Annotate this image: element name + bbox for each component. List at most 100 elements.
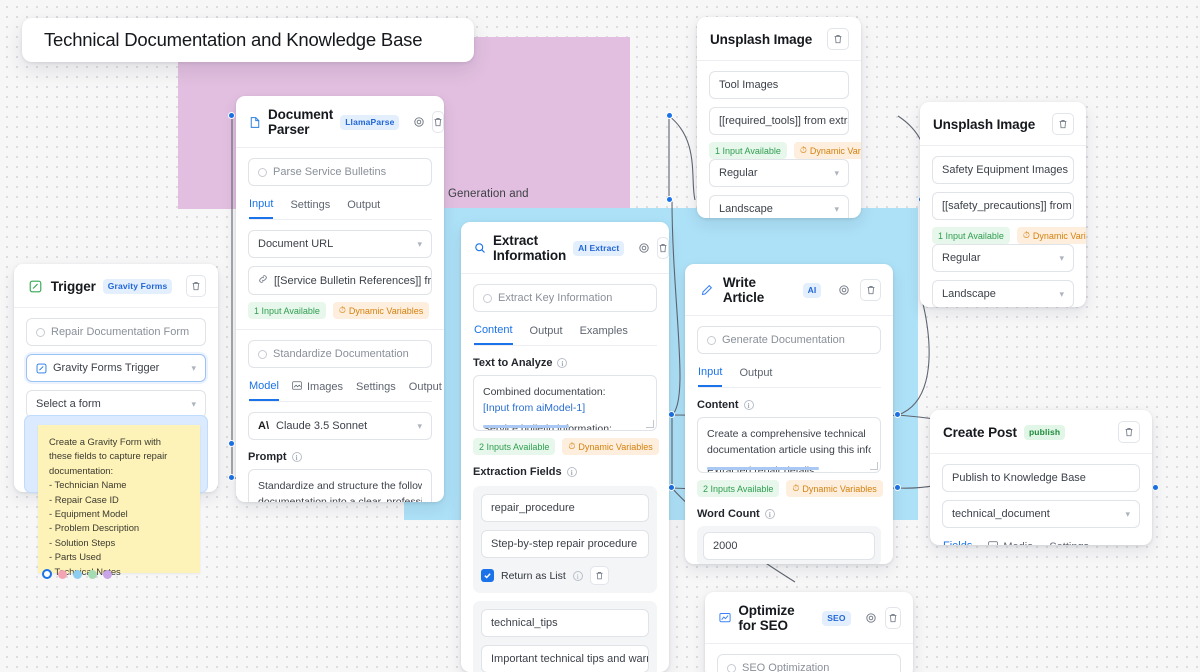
extract-text-textarea[interactable]: Combined documentation: [Input from aiMo…	[473, 375, 657, 431]
swatch-blue[interactable]	[73, 569, 82, 579]
badge-dynamic-variables[interactable]: ⏱ Dynamic Variables	[1016, 227, 1086, 244]
parser-model-select[interactable]: A\ Claude 3.5 Sonnet ▾	[248, 412, 432, 440]
tab-model[interactable]: Model	[249, 380, 279, 401]
node-optimize-seo[interactable]: Optimize for SEO SEO SEO Optimization	[705, 592, 913, 672]
word-count-input[interactable]: 2000	[703, 532, 875, 560]
parser-body-top: Parse Service Bulletins Input Settings O…	[236, 148, 444, 327]
create-post-tabs[interactable]: Fields Media Settings	[943, 540, 1140, 545]
unsplash-tools-orientation-select[interactable]: Landscape ▾	[709, 195, 849, 218]
tab-media[interactable]: Media	[988, 540, 1033, 545]
tab-input[interactable]: Input	[698, 366, 723, 387]
unsplash-tools-name-field[interactable]: Tool Images	[709, 71, 849, 99]
seo-delete-icon[interactable]	[884, 607, 901, 629]
resize-grip[interactable]	[646, 420, 654, 428]
parser-name-field[interactable]: Parse Service Bulletins	[248, 158, 432, 186]
port-write-out[interactable]	[894, 411, 901, 418]
extraction-field-key[interactable]: technical_tips	[481, 609, 649, 637]
node-unsplash-safety[interactable]: Unsplash Image Safety Equipment Images […	[920, 102, 1086, 307]
create-post-type-select[interactable]: technical_document ▾	[942, 500, 1140, 528]
badge-dynamic-variables[interactable]: ⏱ Dynamic Variables	[332, 302, 430, 319]
port-parser-out[interactable]	[228, 440, 235, 447]
tab-fields[interactable]: Fields	[943, 540, 972, 545]
tab-examples[interactable]: Examples	[580, 324, 628, 345]
swatch-purple[interactable]	[103, 569, 112, 579]
swatch-green[interactable]	[88, 569, 97, 579]
extract-gear-icon[interactable]	[638, 239, 650, 258]
seo-name-field[interactable]: SEO Optimization	[717, 654, 901, 672]
port-trigger-out[interactable]	[228, 112, 235, 119]
trigger-type-select[interactable]: Gravity Forms Trigger ▾	[26, 354, 206, 382]
swatch-pink[interactable]	[58, 569, 67, 579]
write-article-gear-icon[interactable]	[835, 281, 853, 300]
unsplash-safety-query-field[interactable]: [[safety_precautions]] from extractIn	[932, 192, 1074, 220]
extraction-field-delete-icon[interactable]	[589, 566, 609, 585]
extract-delete-icon[interactable]	[657, 237, 669, 259]
extract-tabs[interactable]: Content Output Examples	[474, 324, 657, 346]
trigger-form-select[interactable]: Select a form ▾	[26, 390, 206, 418]
parser-delete-icon[interactable]	[432, 111, 444, 133]
tab-settings[interactable]: Settings	[356, 380, 396, 401]
extraction-field-item[interactable]: repair_procedure Step-by-step repair pro…	[473, 486, 657, 593]
parser-sub-name-field[interactable]: Standardize Documentation	[248, 340, 432, 368]
resize-grip[interactable]	[870, 462, 878, 470]
tab-output[interactable]: Output	[409, 380, 442, 401]
write-article-content-textarea[interactable]: Create a comprehensive technical documen…	[697, 417, 881, 473]
badge-dynamic-variables[interactable]: ⏱ Dynamic Variables	[562, 438, 659, 455]
port-extract-out-a[interactable]	[668, 411, 675, 418]
port-extract-out-top[interactable]	[666, 112, 673, 119]
port-create-post-in[interactable]	[894, 484, 901, 491]
parser-badges: 1 Input Available ⏱ Dynamic Variables	[248, 302, 432, 319]
trigger-name-field[interactable]: Repair Documentation Form	[26, 318, 206, 346]
seo-gear-icon[interactable]	[865, 609, 878, 628]
extraction-field-item[interactable]: technical_tips Important technical tips …	[473, 601, 657, 672]
workflow-canvas[interactable]: Generation and Technical Documentation a…	[0, 0, 1200, 672]
tab-output[interactable]: Output	[739, 366, 772, 387]
tab-output[interactable]: Output	[347, 198, 380, 219]
badge-dynamic-variables[interactable]: ⏱ Dynamic Variables	[786, 480, 883, 497]
parser-tabs[interactable]: Input Settings Output	[249, 198, 432, 220]
unsplash-safety-delete-icon[interactable]	[1052, 113, 1074, 135]
badge-dynamic-variables[interactable]: ⏱ Dynamic Variables	[793, 142, 861, 159]
node-create-post[interactable]: Create Post publish Publish to Knowledge…	[930, 410, 1152, 545]
unsplash-safety-quality-select[interactable]: Regular ▾	[932, 244, 1074, 272]
write-article-tabs[interactable]: Input Output	[698, 366, 881, 388]
tab-output[interactable]: Output	[530, 324, 563, 345]
extraction-field-description[interactable]: Step-by-step repair procedure	[481, 530, 649, 558]
write-article-name-field[interactable]: Generate Documentation	[697, 326, 881, 354]
unsplash-safety-orientation-select[interactable]: Landscape ▾	[932, 280, 1074, 307]
swatch-white-selected[interactable]	[42, 569, 52, 579]
parser-source-select[interactable]: Document URL ▾	[248, 230, 432, 258]
parser-gear-icon[interactable]	[413, 113, 425, 132]
extraction-field-description[interactable]: Important technical tips and warnings	[481, 645, 649, 672]
parser-sub-tabs[interactable]: Model Images Settings Output	[249, 380, 442, 402]
parser-prompt-textarea[interactable]: Standardize and structure the following …	[248, 469, 432, 502]
return-as-list-checkbox[interactable]	[481, 569, 494, 582]
workflow-title-card[interactable]: Technical Documentation and Knowledge Ba…	[22, 18, 474, 62]
tab-input[interactable]: Input	[249, 198, 274, 219]
node-extract-information[interactable]: Extract Information AI Extract Extract K…	[461, 222, 669, 672]
extraction-field-key[interactable]: repair_procedure	[481, 494, 649, 522]
extract-name-field[interactable]: Extract Key Information	[473, 284, 657, 312]
unsplash-tools-query-field[interactable]: [[required_tools]] from extractInform	[709, 107, 849, 135]
port-extract-out-mid[interactable]	[666, 196, 673, 203]
create-post-delete-icon[interactable]	[1118, 421, 1140, 443]
tab-content[interactable]: Content	[474, 324, 513, 345]
port-extract-out-b[interactable]	[668, 484, 675, 491]
node-document-parser[interactable]: Document Parser LlamaParse Parse Service…	[236, 96, 444, 502]
trigger-delete-icon[interactable]	[186, 275, 206, 297]
tab-images[interactable]: Images	[292, 380, 343, 401]
unsplash-tools-quality-select[interactable]: Regular ▾	[709, 159, 849, 187]
unsplash-tools-delete-icon[interactable]	[827, 28, 849, 50]
write-article-delete-icon[interactable]	[860, 279, 882, 301]
unsplash-safety-name-field[interactable]: Safety Equipment Images	[932, 156, 1074, 184]
tab-settings[interactable]: Settings	[1049, 540, 1089, 545]
parser-url-field[interactable]: [[Service Bulletin References]] from tri…	[248, 266, 432, 295]
create-post-name-field[interactable]: Publish to Knowledge Base	[942, 464, 1140, 492]
tab-settings[interactable]: Settings	[290, 198, 330, 219]
port-parser-in[interactable]	[228, 474, 235, 481]
node-write-article[interactable]: Write Article AI Generate Documentation …	[685, 264, 893, 564]
sticky-note[interactable]: Create a Gravity Form with these fields …	[38, 425, 200, 577]
sticky-color-swatches[interactable]	[42, 569, 112, 579]
port-create-post-right[interactable]	[1152, 484, 1159, 491]
node-unsplash-tools[interactable]: Unsplash Image Tool Images [[required_to…	[697, 17, 861, 218]
